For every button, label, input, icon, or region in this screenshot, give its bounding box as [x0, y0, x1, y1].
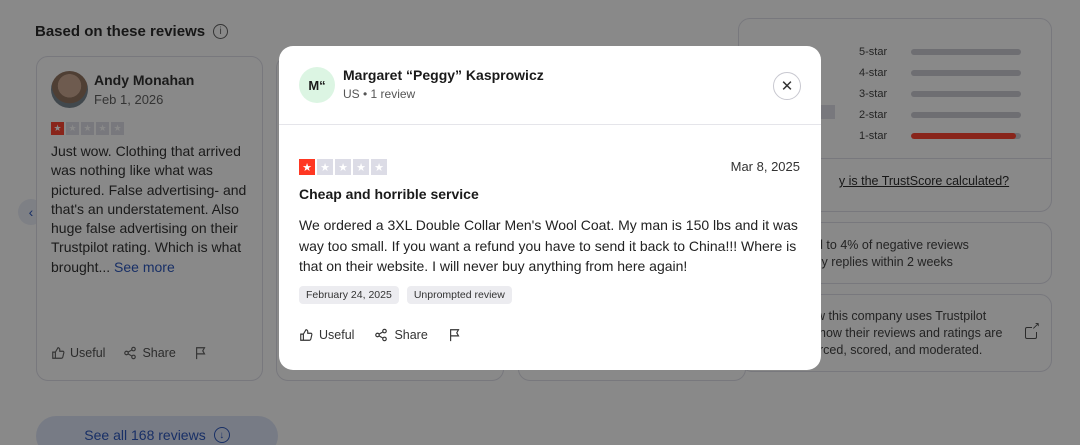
useful-button[interactable]: Useful [299, 328, 354, 342]
useful-label: Useful [319, 328, 355, 342]
review-modal: M“ Margaret “Peggy” Kasprowicz US • 1 re… [279, 46, 821, 370]
flag-button[interactable] [448, 328, 462, 342]
star-icon: ★ [353, 159, 369, 175]
star-rating: ★ ★ ★ ★ ★ [299, 159, 387, 175]
star-icon: ★ [317, 159, 333, 175]
star-icon: ★ [299, 159, 315, 175]
share-label: Share [394, 328, 428, 342]
share-icon [375, 328, 388, 342]
unprompted-review-chip: Unprompted review [406, 286, 512, 304]
review-tags: February 24, 2025 Unprompted review [299, 286, 512, 304]
review-title: Cheap and horrible service [299, 186, 479, 202]
experience-date-chip: February 24, 2025 [299, 286, 399, 304]
close-button[interactable]: ✕ [773, 72, 801, 100]
divider [279, 124, 821, 125]
review-actions: Useful Share [299, 328, 462, 342]
avatar: M“ [299, 67, 335, 103]
flag-icon [449, 329, 460, 342]
share-button[interactable]: Share [374, 328, 428, 342]
review-date: Mar 8, 2025 [730, 159, 800, 174]
thumbs-up-icon [300, 329, 313, 341]
reviewer-name[interactable]: Margaret “Peggy” Kasprowicz [343, 67, 544, 83]
review-body: We ordered a 3XL Double Collar Men's Woo… [299, 217, 798, 274]
reviewer-meta: US • 1 review [343, 87, 416, 101]
star-icon: ★ [335, 159, 351, 175]
star-icon: ★ [371, 159, 387, 175]
close-icon: ✕ [780, 78, 794, 95]
